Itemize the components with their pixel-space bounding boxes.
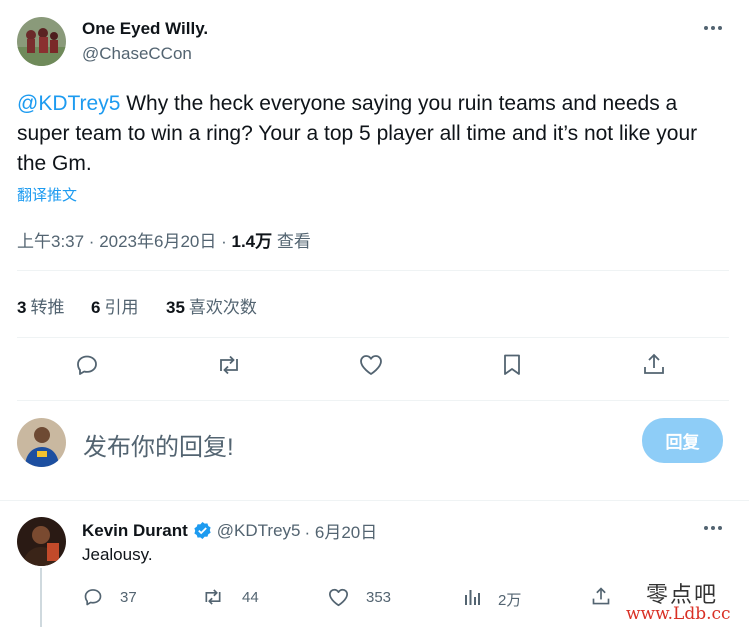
- translate-link[interactable]: 翻译推文: [17, 184, 77, 205]
- quotes-count: 6: [91, 298, 101, 317]
- reply-text: Jealousy.: [82, 545, 153, 564]
- quotes-label: 引用: [104, 298, 139, 317]
- views-chart-icon[interactable]: [463, 588, 481, 606]
- watermark-url: www.Ldb.cc: [626, 604, 731, 624]
- author-avatar[interactable]: [17, 17, 66, 66]
- divider: [17, 400, 729, 401]
- reply-author-handle[interactable]: @KDTrey5: [217, 521, 301, 541]
- tweet-text-content: Why the heck everyone saying you ruin te…: [17, 92, 698, 175]
- reply-more-options-icon[interactable]: [702, 521, 724, 535]
- divider: [0, 500, 749, 501]
- reply-like-icon[interactable]: [328, 588, 349, 607]
- retweets-label: 转推: [30, 298, 65, 317]
- reply-icon[interactable]: [75, 353, 99, 377]
- likes-stat[interactable]: 35 喜欢次数: [166, 293, 257, 318]
- current-user-avatar[interactable]: [17, 418, 66, 467]
- verified-badge-icon: [193, 521, 212, 540]
- reply-author-avatar[interactable]: [17, 517, 66, 566]
- views-label: 查看: [272, 232, 311, 251]
- quotes-stat[interactable]: 6 引用: [91, 293, 138, 318]
- share-icon[interactable]: [642, 352, 666, 377]
- reply-author-name[interactable]: Kevin Durant: [82, 521, 188, 541]
- reply-reply-icon[interactable]: [83, 587, 103, 607]
- reply-header: Kevin Durant @KDTrey5 · 6月20日: [82, 518, 377, 543]
- more-options-icon[interactable]: [702, 21, 724, 35]
- reply-button[interactable]: 回复: [642, 418, 723, 463]
- divider: [17, 270, 729, 271]
- mention-link[interactable]: @KDTrey5: [17, 92, 120, 115]
- likes-label: 喜欢次数: [188, 298, 257, 317]
- thread-line: [40, 568, 42, 627]
- reply-compose-input[interactable]: 发布你的回复!: [83, 427, 234, 462]
- retweets-count: 3: [17, 298, 27, 317]
- like-icon[interactable]: [359, 354, 383, 376]
- reply-replies-count: 37: [120, 589, 137, 606]
- divider: [17, 337, 729, 338]
- retweet-icon[interactable]: [216, 353, 242, 377]
- tweet-text: @KDTrey5 Why the heck everyone saying yo…: [17, 89, 729, 179]
- reply-date[interactable]: · 6月20日: [305, 518, 378, 543]
- tweet-timestamp[interactable]: 上午3:37 · 2023年6月20日 ·: [17, 232, 231, 251]
- author-name[interactable]: One Eyed Willy.: [82, 19, 208, 39]
- reply-views-count: 2万: [498, 592, 522, 609]
- likes-count: 35: [166, 298, 185, 317]
- reply-retweets-count: 44: [242, 589, 259, 606]
- retweets-stat[interactable]: 3 转推: [17, 293, 64, 318]
- author-handle[interactable]: @ChaseCCon: [82, 44, 192, 64]
- reply-share-icon[interactable]: [591, 586, 611, 607]
- bookmark-icon[interactable]: [501, 353, 523, 377]
- reply-likes-count: 353: [366, 589, 392, 606]
- tweet-meta: 上午3:37 · 2023年6月20日 · 1.4万 查看: [17, 227, 311, 252]
- views-count: 1.4万: [231, 232, 273, 251]
- reply-retweet-icon[interactable]: [202, 587, 224, 607]
